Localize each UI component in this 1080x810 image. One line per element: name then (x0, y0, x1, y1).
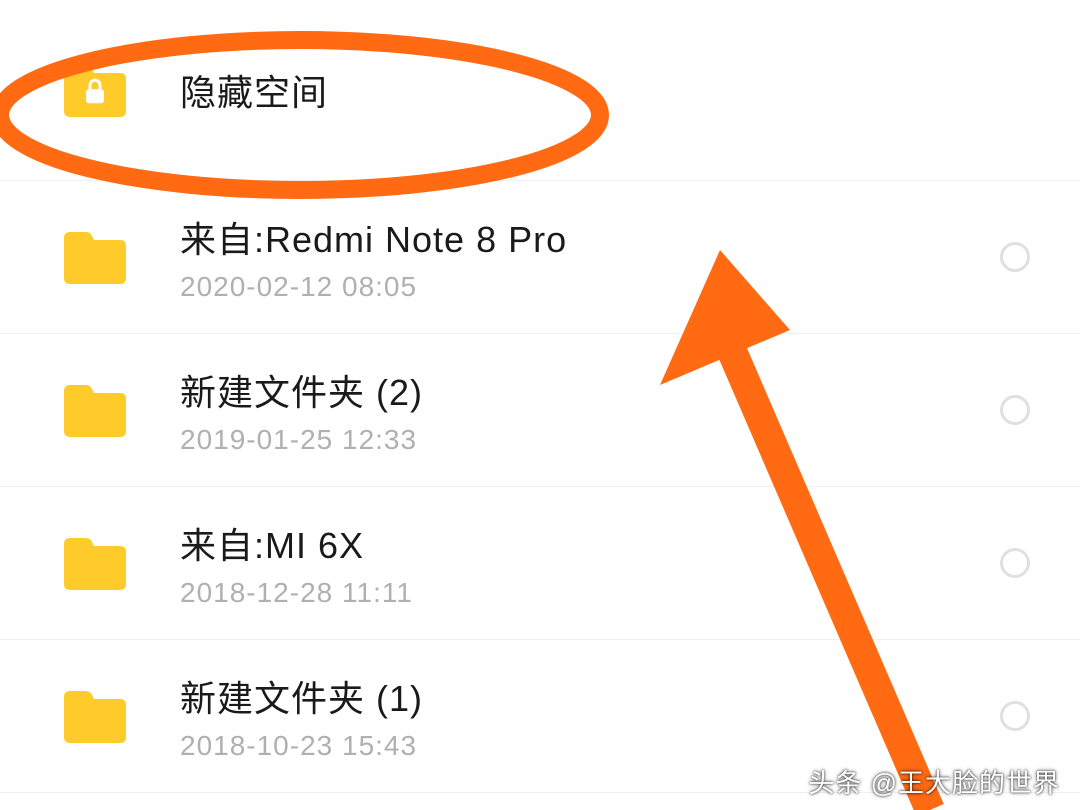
folder-icon (60, 380, 130, 440)
lock-icon (84, 78, 106, 104)
folder-list: 隐藏空间 来自:Redmi Note 8 Pro 2020-02-12 08:0… (0, 0, 1080, 793)
folder-item-mi6x[interactable]: 来自:MI 6X 2018-12-28 11:11 (0, 487, 1080, 640)
folder-text: 隐藏空间 (180, 64, 1040, 116)
folder-icon (60, 686, 130, 746)
folder-text: 新建文件夹 (2) 2019-01-25 12:33 (180, 364, 1000, 456)
folder-item-hidden-space[interactable]: 隐藏空间 (0, 0, 1080, 181)
select-radio[interactable] (1000, 548, 1030, 578)
folder-date: 2018-12-28 11:11 (180, 577, 1000, 609)
select-radio[interactable] (1000, 701, 1030, 731)
select-radio[interactable] (1000, 242, 1030, 272)
folder-title: 来自:MI 6X (180, 517, 1000, 569)
folder-item-newfolder2[interactable]: 新建文件夹 (2) 2019-01-25 12:33 (0, 334, 1080, 487)
folder-title: 新建文件夹 (1) (180, 670, 1000, 722)
folder-title: 隐藏空间 (180, 64, 1040, 116)
folder-icon (60, 227, 130, 287)
folder-date: 2018-10-23 15:43 (180, 730, 1000, 762)
folder-icon (60, 60, 130, 120)
folder-text: 来自:Redmi Note 8 Pro 2020-02-12 08:05 (180, 211, 1000, 303)
folder-title: 来自:Redmi Note 8 Pro (180, 211, 1000, 263)
folder-icon (60, 533, 130, 593)
select-radio[interactable] (1000, 395, 1030, 425)
folder-text: 新建文件夹 (1) 2018-10-23 15:43 (180, 670, 1000, 762)
folder-date: 2020-02-12 08:05 (180, 271, 1000, 303)
watermark-text: 头条 @王大脸的世界 (808, 763, 1060, 800)
folder-item-redmi[interactable]: 来自:Redmi Note 8 Pro 2020-02-12 08:05 (0, 181, 1080, 334)
folder-text: 来自:MI 6X 2018-12-28 11:11 (180, 517, 1000, 609)
folder-title: 新建文件夹 (2) (180, 364, 1000, 416)
folder-date: 2019-01-25 12:33 (180, 424, 1000, 456)
